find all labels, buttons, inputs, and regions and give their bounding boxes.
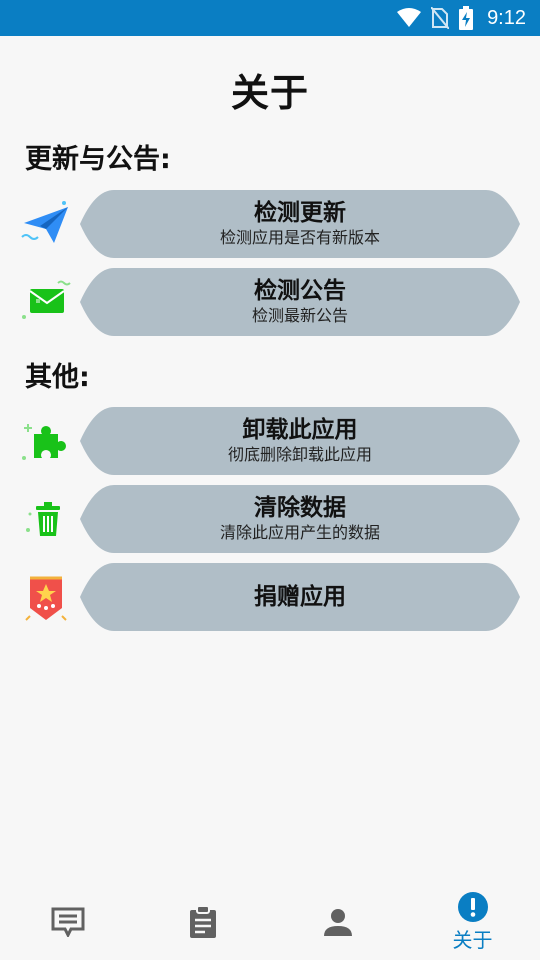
nav-clipboard[interactable] [135, 884, 270, 960]
uninstall-title: 卸载此应用 [242, 417, 358, 443]
uninstall-button[interactable]: 卸载此应用 彻底删除卸载此应用 [80, 407, 520, 475]
trash-icon [26, 502, 60, 536]
clear-data-subtitle: 清除此应用产生的数据 [219, 523, 380, 542]
battery-charging-icon [459, 6, 474, 30]
check-announcement-subtitle: 检测最新公告 [251, 306, 348, 325]
clock: 9:12 [487, 6, 526, 29]
paper-plane-icon [21, 201, 68, 243]
nav-about-label: 关于 [452, 927, 493, 952]
clear-data-row[interactable]: 清除数据 清除此应用产生的数据 [18, 485, 522, 553]
page-title: 关于 [230, 71, 309, 115]
check-announcement-row[interactable]: 检测公告 检测最新公告 [18, 268, 522, 336]
uninstall-row[interactable]: 卸载此应用 彻底删除卸载此应用 [18, 407, 522, 475]
check-update-row[interactable]: 检测更新 检测应用是否有新版本 [18, 190, 522, 258]
donate-row[interactable]: 捐赠应用 [18, 563, 522, 631]
clipboard-icon [189, 906, 216, 938]
info-icon [457, 891, 488, 922]
nav-profile[interactable] [270, 884, 405, 960]
check-update-button[interactable]: 检测更新 检测应用是否有新版本 [80, 190, 520, 258]
section-title-updates: 更新与公告: [25, 144, 171, 175]
person-icon [323, 909, 352, 936]
wifi-icon [397, 8, 422, 27]
status-bar: 9:12 [0, 0, 540, 36]
section-title-other: 其他: [25, 362, 90, 393]
puzzle-icon [22, 424, 66, 460]
donate-button[interactable]: 捐赠应用 [80, 563, 520, 631]
pennant-icon [25, 576, 67, 621]
nav-messages[interactable] [0, 884, 135, 960]
no-sim-icon [431, 7, 450, 29]
bottom-navigation: 关于 [0, 884, 540, 960]
check-announcement-title: 检测公告 [254, 278, 346, 304]
check-update-title: 检测更新 [254, 200, 346, 226]
clear-data-button[interactable]: 清除数据 清除此应用产生的数据 [80, 485, 520, 553]
check-update-subtitle: 检测应用是否有新版本 [219, 228, 380, 247]
nav-about[interactable]: 关于 [405, 884, 540, 960]
uninstall-subtitle: 彻底删除卸载此应用 [227, 445, 372, 464]
clear-data-title: 清除数据 [254, 495, 346, 521]
donate-title: 捐赠应用 [254, 584, 346, 610]
message-list-icon [51, 907, 84, 937]
mail-icon [22, 280, 71, 319]
check-announcement-button[interactable]: 检测公告 检测最新公告 [80, 268, 520, 336]
